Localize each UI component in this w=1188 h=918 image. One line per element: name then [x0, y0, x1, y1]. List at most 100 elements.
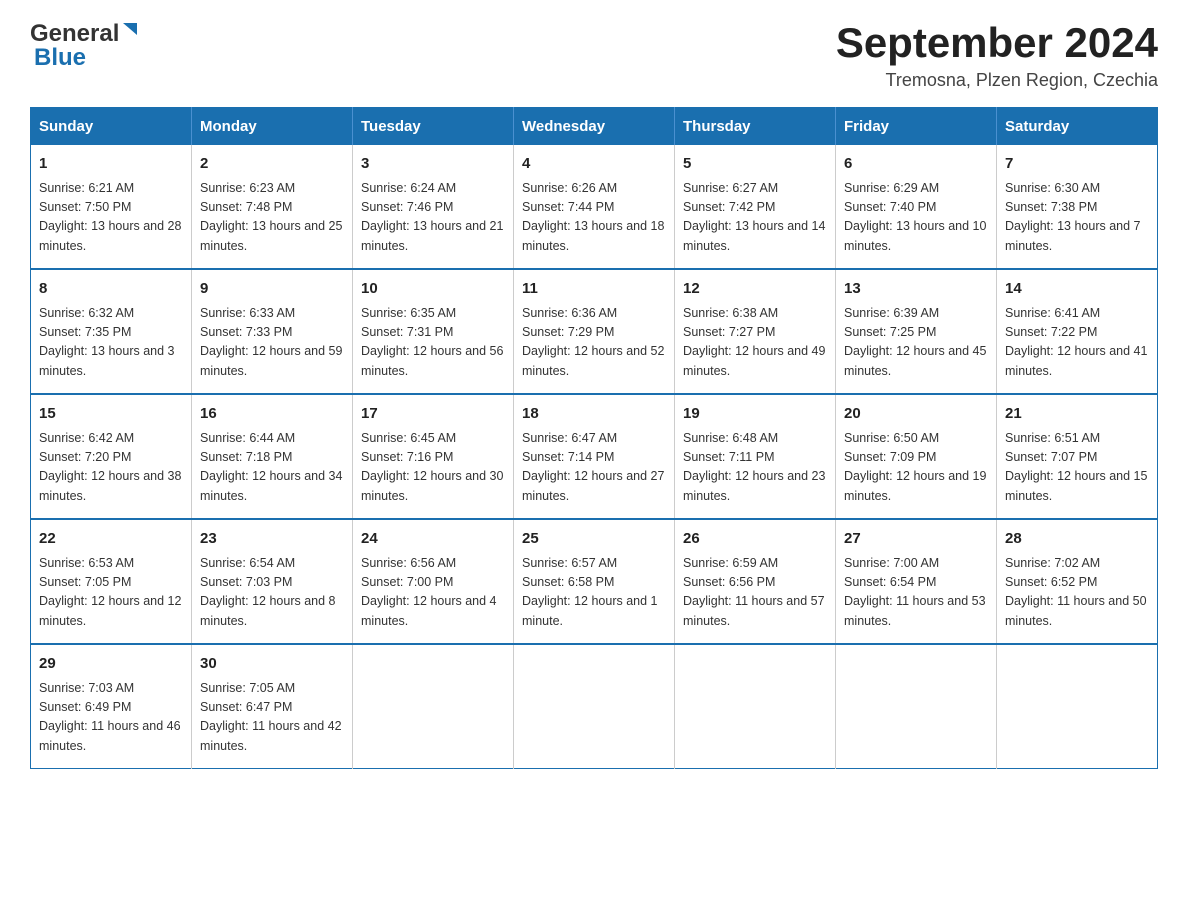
calendar-cell: 24Sunrise: 6:56 AMSunset: 7:00 PMDayligh… [353, 519, 514, 644]
calendar-cell: 13 Sunrise: 6:39 AMSunset: 7:25 PMDayligh… [836, 269, 997, 394]
calendar-week-3: 15Sunrise: 6:42 AMSunset: 7:20 PMDayligh… [31, 394, 1158, 519]
calendar-cell: 4 Sunrise: 6:26 AMSunset: 7:44 PMDaylight… [514, 145, 675, 269]
day-of-week-wednesday: Wednesday [514, 108, 675, 146]
day-of-week-thursday: Thursday [675, 108, 836, 146]
logo: General Blue [30, 20, 139, 72]
day-info: Sunrise: 6:45 AMSunset: 7:16 PMDaylight:… [361, 431, 503, 503]
day-number: 27 [844, 528, 988, 551]
calendar-cell: 15Sunrise: 6:42 AMSunset: 7:20 PMDayligh… [31, 394, 192, 519]
days-of-week-row: SundayMondayTuesdayWednesdayThursdayFrid… [31, 108, 1158, 146]
day-info: Sunrise: 6:29 AMSunset: 7:40 PMDaylight:… [844, 181, 986, 253]
day-number: 14 [1005, 278, 1149, 301]
calendar-week-2: 8 Sunrise: 6:32 AMSunset: 7:35 PMDaylight… [31, 269, 1158, 394]
day-info: Sunrise: 6:56 AMSunset: 7:00 PMDaylight:… [361, 556, 497, 628]
calendar-cell: 12 Sunrise: 6:38 AMSunset: 7:27 PMDayligh… [675, 269, 836, 394]
day-number: 25 [522, 528, 666, 551]
calendar-cell [997, 644, 1158, 769]
calendar-cell [514, 644, 675, 769]
calendar-cell: 5 Sunrise: 6:27 AMSunset: 7:42 PMDaylight… [675, 145, 836, 269]
day-info: Sunrise: 7:03 AMSunset: 6:49 PMDaylight:… [39, 681, 181, 753]
calendar-cell: 30Sunrise: 7:05 AMSunset: 6:47 PMDayligh… [192, 644, 353, 769]
day-info: Sunrise: 6:32 AMSunset: 7:35 PMDaylight:… [39, 306, 175, 378]
calendar-cell: 19Sunrise: 6:48 AMSunset: 7:11 PMDayligh… [675, 394, 836, 519]
day-info: Sunrise: 7:05 AMSunset: 6:47 PMDaylight:… [200, 681, 342, 753]
day-of-week-sunday: Sunday [31, 108, 192, 146]
day-info: Sunrise: 6:30 AMSunset: 7:38 PMDaylight:… [1005, 181, 1141, 253]
day-number: 17 [361, 403, 505, 426]
calendar-cell: 3 Sunrise: 6:24 AMSunset: 7:46 PMDaylight… [353, 145, 514, 269]
day-number: 5 [683, 153, 827, 176]
calendar-cell: 10 Sunrise: 6:35 AMSunset: 7:31 PMDayligh… [353, 269, 514, 394]
day-info: Sunrise: 6:35 AMSunset: 7:31 PMDaylight:… [361, 306, 503, 378]
day-info: Sunrise: 6:33 AMSunset: 7:33 PMDaylight:… [200, 306, 342, 378]
day-of-week-saturday: Saturday [997, 108, 1158, 146]
day-number: 20 [844, 403, 988, 426]
day-number: 26 [683, 528, 827, 551]
logo-arrow-icon [121, 21, 139, 44]
calendar-cell: 22 Sunrise: 6:53 AMSunset: 7:05 PMDayligh… [31, 519, 192, 644]
calendar-cell: 7 Sunrise: 6:30 AMSunset: 7:38 PMDaylight… [997, 145, 1158, 269]
month-year-title: September 2024 [836, 20, 1158, 66]
day-number: 7 [1005, 153, 1149, 176]
day-number: 13 [844, 278, 988, 301]
day-info: Sunrise: 6:26 AMSunset: 7:44 PMDaylight:… [522, 181, 664, 253]
day-info: Sunrise: 6:53 AMSunset: 7:05 PMDaylight:… [39, 556, 181, 628]
calendar-cell: 8 Sunrise: 6:32 AMSunset: 7:35 PMDaylight… [31, 269, 192, 394]
day-info: Sunrise: 6:23 AMSunset: 7:48 PMDaylight:… [200, 181, 342, 253]
day-number: 16 [200, 403, 344, 426]
calendar-cell: 9 Sunrise: 6:33 AMSunset: 7:33 PMDaylight… [192, 269, 353, 394]
day-of-week-friday: Friday [836, 108, 997, 146]
day-info: Sunrise: 6:39 AMSunset: 7:25 PMDaylight:… [844, 306, 986, 378]
day-number: 22 [39, 528, 183, 551]
day-number: 18 [522, 403, 666, 426]
day-number: 8 [39, 278, 183, 301]
calendar-cell: 23 Sunrise: 6:54 AMSunset: 7:03 PMDayligh… [192, 519, 353, 644]
calendar-cell: 14 Sunrise: 6:41 AMSunset: 7:22 PMDayligh… [997, 269, 1158, 394]
day-number: 11 [522, 278, 666, 301]
page-header: General Blue September 2024 Tremosna, Pl… [30, 20, 1158, 91]
calendar-table: SundayMondayTuesdayWednesdayThursdayFrid… [30, 107, 1158, 769]
calendar-cell: 6 Sunrise: 6:29 AMSunset: 7:40 PMDaylight… [836, 145, 997, 269]
day-number: 6 [844, 153, 988, 176]
day-number: 19 [683, 403, 827, 426]
calendar-cell [836, 644, 997, 769]
calendar-cell: 25Sunrise: 6:57 AMSunset: 6:58 PMDayligh… [514, 519, 675, 644]
calendar-cell: 27 Sunrise: 7:00 AMSunset: 6:54 PMDayligh… [836, 519, 997, 644]
calendar-cell [353, 644, 514, 769]
day-info: Sunrise: 7:02 AMSunset: 6:52 PMDaylight:… [1005, 556, 1147, 628]
day-info: Sunrise: 6:59 AMSunset: 6:56 PMDaylight:… [683, 556, 825, 628]
calendar-cell: 2Sunrise: 6:23 AMSunset: 7:48 PMDaylight… [192, 145, 353, 269]
calendar-cell: 16 Sunrise: 6:44 AMSunset: 7:18 PMDayligh… [192, 394, 353, 519]
day-of-week-monday: Monday [192, 108, 353, 146]
title-block: September 2024 Tremosna, Plzen Region, C… [836, 20, 1158, 91]
calendar-cell: 17 Sunrise: 6:45 AMSunset: 7:16 PMDayligh… [353, 394, 514, 519]
day-number: 3 [361, 153, 505, 176]
calendar-cell: 28Sunrise: 7:02 AMSunset: 6:52 PMDayligh… [997, 519, 1158, 644]
day-of-week-tuesday: Tuesday [353, 108, 514, 146]
day-info: Sunrise: 6:42 AMSunset: 7:20 PMDaylight:… [39, 431, 181, 503]
day-number: 4 [522, 153, 666, 176]
calendar-body: 1Sunrise: 6:21 AMSunset: 7:50 PMDaylight… [31, 145, 1158, 769]
calendar-week-5: 29Sunrise: 7:03 AMSunset: 6:49 PMDayligh… [31, 644, 1158, 769]
day-info: Sunrise: 7:00 AMSunset: 6:54 PMDaylight:… [844, 556, 986, 628]
calendar-cell: 26 Sunrise: 6:59 AMSunset: 6:56 PMDayligh… [675, 519, 836, 644]
day-info: Sunrise: 6:44 AMSunset: 7:18 PMDaylight:… [200, 431, 342, 503]
day-number: 9 [200, 278, 344, 301]
calendar-week-4: 22 Sunrise: 6:53 AMSunset: 7:05 PMDayligh… [31, 519, 1158, 644]
day-info: Sunrise: 6:24 AMSunset: 7:46 PMDaylight:… [361, 181, 503, 253]
day-info: Sunrise: 6:51 AMSunset: 7:07 PMDaylight:… [1005, 431, 1147, 503]
day-number: 10 [361, 278, 505, 301]
day-info: Sunrise: 6:38 AMSunset: 7:27 PMDaylight:… [683, 306, 825, 378]
day-number: 12 [683, 278, 827, 301]
day-info: Sunrise: 6:54 AMSunset: 7:03 PMDaylight:… [200, 556, 336, 628]
day-info: Sunrise: 6:41 AMSunset: 7:22 PMDaylight:… [1005, 306, 1147, 378]
calendar-cell: 20 Sunrise: 6:50 AMSunset: 7:09 PMDayligh… [836, 394, 997, 519]
day-info: Sunrise: 6:27 AMSunset: 7:42 PMDaylight:… [683, 181, 825, 253]
logo-blue-text: Blue [30, 44, 86, 72]
day-number: 1 [39, 153, 183, 176]
calendar-cell: 1Sunrise: 6:21 AMSunset: 7:50 PMDaylight… [31, 145, 192, 269]
calendar-cell [675, 644, 836, 769]
day-info: Sunrise: 6:50 AMSunset: 7:09 PMDaylight:… [844, 431, 986, 503]
day-info: Sunrise: 6:36 AMSunset: 7:29 PMDaylight:… [522, 306, 664, 378]
day-number: 23 [200, 528, 344, 551]
